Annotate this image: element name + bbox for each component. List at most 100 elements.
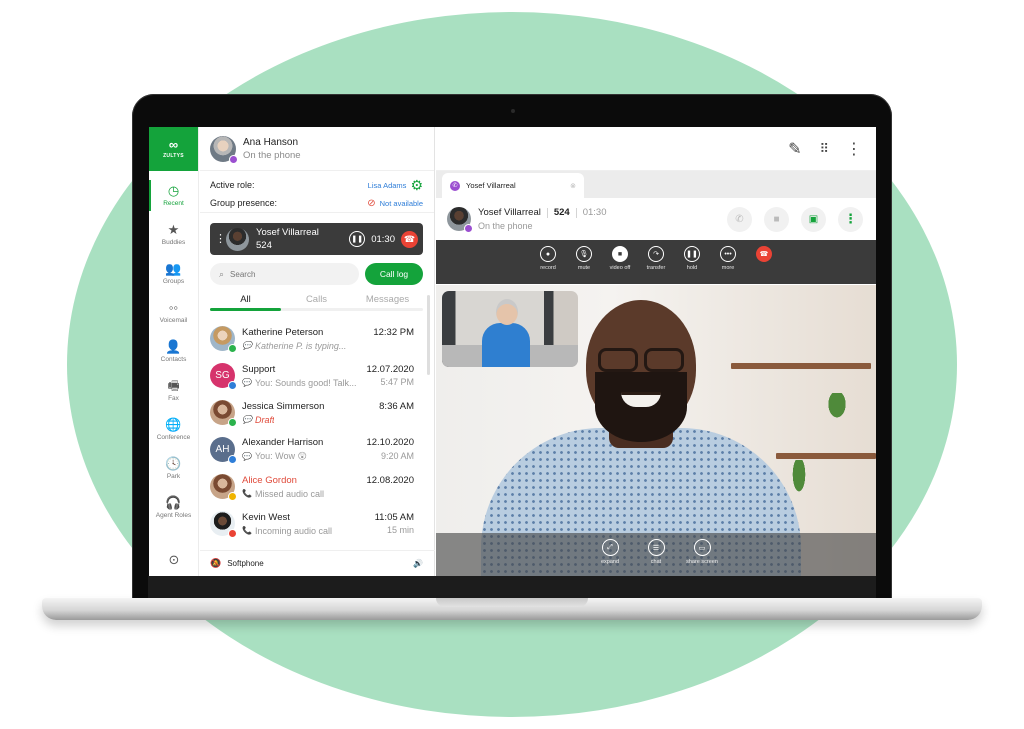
expand-button[interactable]: ⤢ expand [596,539,624,565]
nav-item-recent[interactable]: ◷ Recent [149,176,198,215]
video-off-button[interactable]: ■ video off [609,246,632,271]
video-stream: ⤢ expand ☰ chat ▭ share screen [436,285,876,576]
nav-item-label: Groups [162,278,185,285]
nav-item-label: Agent Roles [155,512,192,519]
nav-item-fax[interactable]: 🖷 Fax [149,371,198,410]
message-icon: 💬 [242,378,252,387]
conversation-item[interactable]: AH Alexander Harrison 12.10.2020 💬 You: Wow … [200,431,425,468]
conversation-preview: 💬 Draft [242,415,274,425]
hangup-button[interactable]: ☎ [753,246,776,265]
conversation-time: 12.10.2020 [366,437,414,448]
contact-name: Katherine Peterson [242,326,324,338]
self-view-pip[interactable] [442,291,578,367]
mute-button[interactable]: 🎙 mute [573,246,596,271]
speaker-icon[interactable]: 🔊 [413,559,423,568]
conversation-item[interactable]: SG Support 12.07.2020 💬 You: Sounds good! Ta… [200,357,425,394]
hold-button[interactable]: ❚❚ [349,231,366,247]
laptop-camera [511,109,515,113]
phone-icon: 📞 [242,526,252,535]
conversation-item[interactable]: Katherine Peterson 12:32 PM 💬 Katherine P. … [200,320,425,357]
conversation-preview: 💬 You: Sounds good! Talk... [242,378,357,388]
group-presence-link[interactable]: ⊘ Not available [367,198,423,209]
peer-avatar [447,207,473,233]
logo-text: ZULTYS [163,153,184,159]
nav-item-voicemail[interactable]: ◦◦ Voicemail [149,293,198,332]
nav-item-label: Recent [163,200,184,207]
active-call-timer: 01:30 [371,233,395,245]
presence-badge [228,492,237,501]
gear-icon[interactable]: ⚙ [410,178,423,192]
conversation-item[interactable]: Jessica Simmerson 8:36 AM 💬 Draft [200,394,425,431]
share-screen-icon: ▭ [693,539,711,556]
share-screen-button[interactable]: ▭ share screen [686,539,718,565]
nav-item-park[interactable]: 🕓 Park [149,449,198,488]
group-icon: 👥 [165,261,182,276]
conversation-time: 8:36 AM [379,400,414,412]
call-tab-title: Yosef Villarreal [466,181,516,190]
nav-item-contacts[interactable]: 👤 Contacts [149,332,198,371]
active-role-link[interactable]: Lisa Adams ⚙ [368,178,423,192]
contact-avatar [210,511,237,538]
hangup-button[interactable]: ☎ [401,230,418,248]
participant-beard [595,372,687,442]
user-name: Ana Hanson [243,136,299,148]
presence-badge [228,529,237,538]
dialpad-icon[interactable]: ⠿ [819,141,828,157]
active-call-card[interactable]: ⋮ Yosef Villarreal 524 ❚❚ 01:30 ☎ [210,223,423,255]
audio-call-button[interactable]: ✆ [727,206,752,232]
divider [546,207,548,218]
nav-rail: ∞ ZULTYS ◷ Recent ★ Buddies 👥 Groups ◦◦ Voicema… [149,127,199,576]
hold-button[interactable]: ❚❚ hold [681,246,704,271]
control-label: chat [650,559,662,565]
user-header[interactable]: Ana Hanson On the phone [200,127,434,171]
app-logo[interactable]: ∞ ZULTYS [149,127,198,171]
contact-name: Support [242,363,276,375]
conversation-item[interactable]: Alice Gordon 12.08.2020 📞 Missed audio call [200,468,425,505]
call-tab-strip: ✆ Yosef Villarreal ⊗ [436,171,876,198]
video-off-icon: ■ [612,246,628,262]
edit-icon[interactable]: ✎ [788,139,801,159]
chat-button[interactable]: ☰ chat [642,539,670,565]
video-controls-overlay: ⤢ expand ☰ chat ▭ share screen [436,533,876,576]
search-input[interactable] [230,269,341,279]
bell-muted-icon[interactable]: 🔕 [210,558,221,569]
peer-name: Yosef Villarreal [478,207,541,218]
softphone-bar[interactable]: 🔕 Softphone 🔊 [200,550,435,576]
nav-item-agent-roles[interactable]: 🎧 Agent Roles [149,488,198,527]
conversation-item[interactable]: Kevin West 11:05 AM 📞 Incoming audio call 15… [200,505,425,542]
presence-badge [228,455,237,464]
nav-item-label: Buddies [161,239,186,246]
control-label: share screen [686,559,718,565]
peer-timer: 01:30 [582,207,607,218]
avatar-initials: SG [215,370,230,381]
nav-item-label: Contacts [160,356,187,363]
map-pin-icon[interactable]: ⊙ [149,552,199,568]
conversation-time: 12.08.2020 [366,474,414,486]
search-field[interactable]: ⌕ [210,263,359,285]
nav-item-groups[interactable]: 👥 Groups [149,254,198,293]
call-tab[interactable]: ✆ Yosef Villarreal ⊗ [442,173,584,198]
close-tab-icon[interactable]: ⊗ [570,182,576,190]
pip-head [496,299,518,325]
control-label: expand [600,559,620,565]
preview-text: You: Wow 😲 [254,451,307,461]
nav-item-buddies[interactable]: ★ Buddies [149,215,198,254]
transfer-button[interactable]: ↷ transfer [645,246,668,271]
screen-share-button[interactable]: ▣ [801,206,826,232]
top-toolbar: ✎ ⠿ ⋮ [436,127,876,171]
contact-avatar [210,474,237,501]
phone-icon: 📞 [242,489,252,498]
more-button[interactable]: ••• more [717,246,740,271]
list-scrollbar[interactable] [427,295,430,375]
preview-text: Katherine P. is typing... [254,340,347,351]
nav-item-conference[interactable]: 🌐 Conference [149,410,198,449]
call-log-button[interactable]: Call log [365,263,423,285]
video-call-button[interactable]: ■ [764,206,789,232]
globe-icon: 🌐 [165,417,182,432]
logo-icon: ∞ [168,137,179,152]
contact-icon: 👤 [165,339,182,354]
more-vertical-icon[interactable]: ⋮ [846,139,862,159]
drag-handle-icon[interactable]: ⋮ [215,233,226,245]
record-button[interactable]: ● record [537,246,560,271]
more-options-button[interactable]: ⋮ [838,206,863,232]
